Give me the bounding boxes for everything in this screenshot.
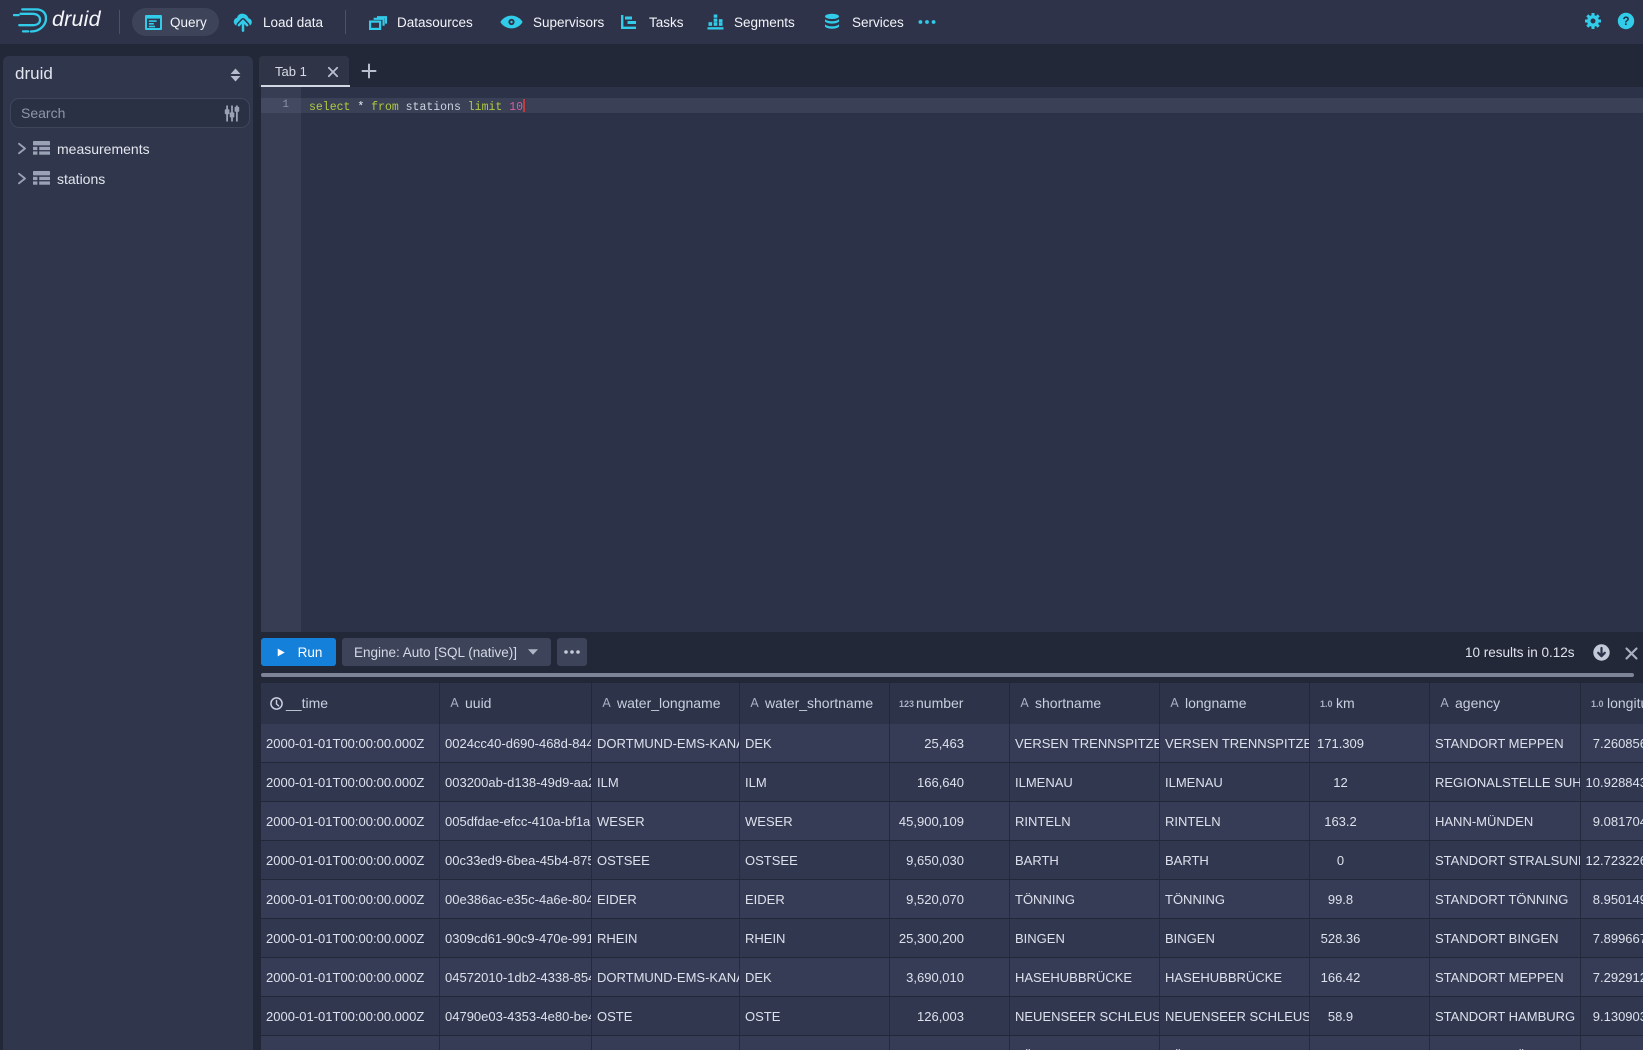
- svg-text:?: ?: [1622, 16, 1629, 28]
